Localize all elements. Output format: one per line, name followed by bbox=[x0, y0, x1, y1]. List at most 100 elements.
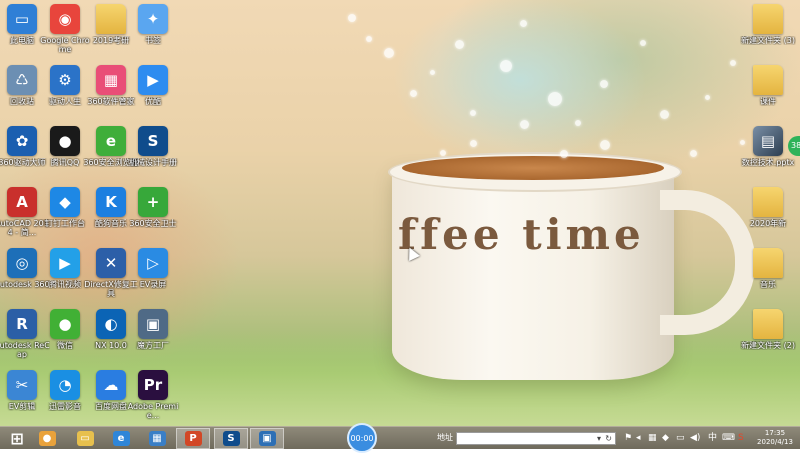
network-icon[interactable]: ▦ bbox=[648, 433, 657, 444]
chrome-icon: ◉ bbox=[50, 4, 80, 34]
desktop-icon-label: 课件 bbox=[760, 97, 776, 106]
splash-droplet bbox=[660, 110, 669, 119]
arrow-icon[interactable]: ◂ bbox=[636, 433, 641, 444]
splash-droplet bbox=[455, 40, 464, 49]
desktop-icon[interactable]: 课件 bbox=[740, 65, 796, 106]
refresh-icon[interactable]: ↻ bbox=[605, 433, 612, 444]
youku-icon: ▶ bbox=[138, 65, 168, 95]
baidu-netdisk-icon: ☁ bbox=[96, 370, 126, 400]
solidworks-icon: S bbox=[222, 431, 240, 446]
splash-droplet bbox=[520, 120, 529, 129]
chevron-down-icon[interactable]: ▾ bbox=[597, 433, 601, 444]
taskbar-window-app[interactable]: ▣ bbox=[250, 428, 284, 449]
splash-droplet bbox=[384, 48, 394, 58]
desktop-icon[interactable]: 新建文件夹 (3) bbox=[740, 4, 796, 45]
splash-droplet bbox=[575, 120, 581, 126]
autocad-icon: A bbox=[7, 187, 37, 217]
desktop-icon[interactable]: +360安全卫士 bbox=[125, 187, 181, 228]
driver-icon: ⚙ bbox=[50, 65, 80, 95]
recycle-bin-icon: ♺ bbox=[7, 65, 37, 95]
folder-icon bbox=[753, 65, 783, 95]
taskbar-ie[interactable]: e bbox=[104, 428, 138, 449]
desktop-icon-label: 机械设计手册 bbox=[129, 158, 177, 167]
player-icon: ◔ bbox=[50, 370, 80, 400]
pptx-file-icon: ▤ bbox=[753, 126, 783, 156]
monitor-icon[interactable]: ▭ bbox=[676, 433, 685, 444]
folder-icon bbox=[753, 4, 783, 34]
splash-droplet bbox=[730, 60, 736, 66]
windows-icon: ⊞ bbox=[10, 429, 24, 448]
window-app-icon: ▣ bbox=[258, 431, 276, 446]
ev-editor-icon: ✂ bbox=[7, 370, 37, 400]
splash-droplet bbox=[690, 150, 697, 157]
folder-icon bbox=[96, 4, 126, 34]
browser-icon: e bbox=[96, 126, 126, 156]
folder-icon bbox=[753, 309, 783, 339]
desktop-icon-label: 音乐 bbox=[760, 280, 776, 289]
desktop-icon-label: 优酷 bbox=[145, 97, 161, 106]
desktop-icon[interactable]: ✦ 书签 bbox=[125, 4, 181, 45]
desktop-icon[interactable]: 2020年新 bbox=[740, 187, 796, 228]
app-store-icon: ● bbox=[38, 431, 56, 446]
solidworks-icon: S bbox=[138, 126, 168, 156]
desktop-icon[interactable]: ▷ EV录屏 bbox=[125, 248, 181, 289]
flag-icon[interactable]: ⚑ bbox=[624, 433, 632, 444]
desktop-icon-label: 新建文件夹 (2) bbox=[741, 341, 795, 350]
splash-droplet bbox=[705, 95, 710, 100]
security-guard-icon: + bbox=[138, 187, 168, 217]
desktop-icon-label: 书签 bbox=[145, 36, 161, 45]
recap-icon: R bbox=[7, 309, 37, 339]
splash-droplet bbox=[600, 140, 610, 150]
desktop-icon[interactable]: 音乐 bbox=[740, 248, 796, 289]
taskbar-file-explorer[interactable]: ▭ bbox=[68, 428, 102, 449]
keyboard-icon[interactable]: ⌨ bbox=[722, 433, 735, 444]
security-tray-icon[interactable]: ◆ bbox=[662, 433, 669, 444]
clock-date: 2020/4/13 bbox=[757, 438, 793, 446]
taskbar-control[interactable]: ▦ bbox=[140, 428, 174, 449]
desktop-icon-label: Adobe Premie... bbox=[127, 402, 179, 420]
desktop-icon[interactable]: ▣ 魔方工厂 bbox=[125, 309, 181, 350]
desktop-icon-label: 数控技术.pptx bbox=[741, 158, 795, 167]
antivirus-tray-icon[interactable]: S bbox=[738, 433, 744, 444]
dingtalk-icon: ◆ bbox=[50, 187, 80, 217]
desktop-icon[interactable]: S 机械设计手册 bbox=[125, 126, 181, 167]
clock-time: 17:35 bbox=[764, 429, 786, 437]
software-manager-icon: ▦ bbox=[96, 65, 126, 95]
folder-icon bbox=[753, 187, 783, 217]
address-input[interactable]: ▾ ↻ bbox=[456, 432, 616, 445]
start-button[interactable]: ⊞ bbox=[0, 428, 34, 449]
desktop-icon-label: 2020年新 bbox=[749, 219, 787, 228]
tencent-video-icon: ▶ bbox=[50, 248, 80, 278]
taskbar-clock[interactable]: 17:35 2020/4/13 bbox=[752, 429, 798, 447]
tool-icon: ▣ bbox=[138, 309, 168, 339]
qq-icon: ● bbox=[50, 126, 80, 156]
wallpaper-mug bbox=[392, 165, 674, 380]
taskbar-powerpoint[interactable]: P bbox=[176, 428, 210, 449]
bookmark-icon: ✦ bbox=[138, 4, 168, 34]
powerpoint-icon: P bbox=[184, 431, 202, 446]
computer-icon: ▭ bbox=[7, 4, 37, 34]
desktop-icon[interactable]: ▶ 优酷 bbox=[125, 65, 181, 106]
splash-droplet bbox=[640, 40, 646, 46]
autodesk-360-icon: ◎ bbox=[7, 248, 37, 278]
desktop-icon-label: EV录屏 bbox=[139, 280, 167, 289]
speaker-icon[interactable]: ◀) bbox=[690, 433, 700, 444]
taskbar-solidworks[interactable]: S bbox=[214, 428, 248, 449]
taskbar-app-1[interactable]: ● bbox=[30, 428, 64, 449]
desktop-icon-label: 新建文件夹 (3) bbox=[741, 36, 795, 45]
splash-droplet bbox=[430, 70, 435, 75]
desktop-icon-label: 360安全卫士 bbox=[129, 219, 177, 228]
splash-droplet bbox=[366, 36, 372, 42]
desktop-icon[interactable]: 新建文件夹 (2) bbox=[740, 309, 796, 350]
desktop-icon[interactable]: Pr Adobe Premie... bbox=[125, 370, 181, 420]
internet-explorer-icon: e bbox=[112, 431, 130, 446]
splash-droplet bbox=[470, 140, 477, 147]
premiere-icon: Pr bbox=[138, 370, 168, 400]
wallpaper-mug-text: ffee time bbox=[398, 210, 645, 259]
nx-icon: ◐ bbox=[96, 309, 126, 339]
input-method-icon[interactable]: 中 bbox=[708, 433, 717, 444]
control-panel-icon: ▦ bbox=[148, 431, 166, 446]
directx-icon: ✕ bbox=[96, 248, 126, 278]
splash-droplet bbox=[600, 80, 608, 88]
kugou-icon: K bbox=[96, 187, 126, 217]
